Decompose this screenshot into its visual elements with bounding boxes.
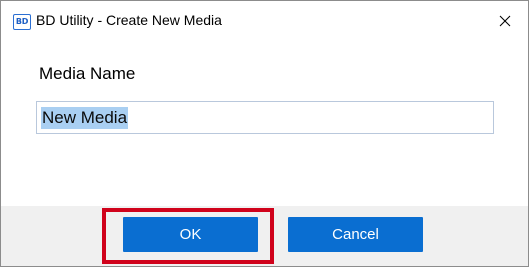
app-logo-icon: BD bbox=[13, 14, 31, 30]
close-icon bbox=[499, 15, 511, 27]
media-name-label: Media Name bbox=[39, 64, 136, 83]
cancel-button[interactable]: Cancel bbox=[288, 217, 423, 252]
media-name-selected-text: New Media bbox=[41, 107, 129, 129]
title-bar[interactable]: BD BD Utility - Create New Media bbox=[1, 1, 528, 41]
close-button[interactable] bbox=[482, 1, 528, 41]
ok-button-highlight-box bbox=[102, 208, 274, 264]
media-name-input[interactable]: New Media bbox=[36, 101, 494, 134]
window-title: BD Utility - Create New Media bbox=[36, 12, 222, 28]
